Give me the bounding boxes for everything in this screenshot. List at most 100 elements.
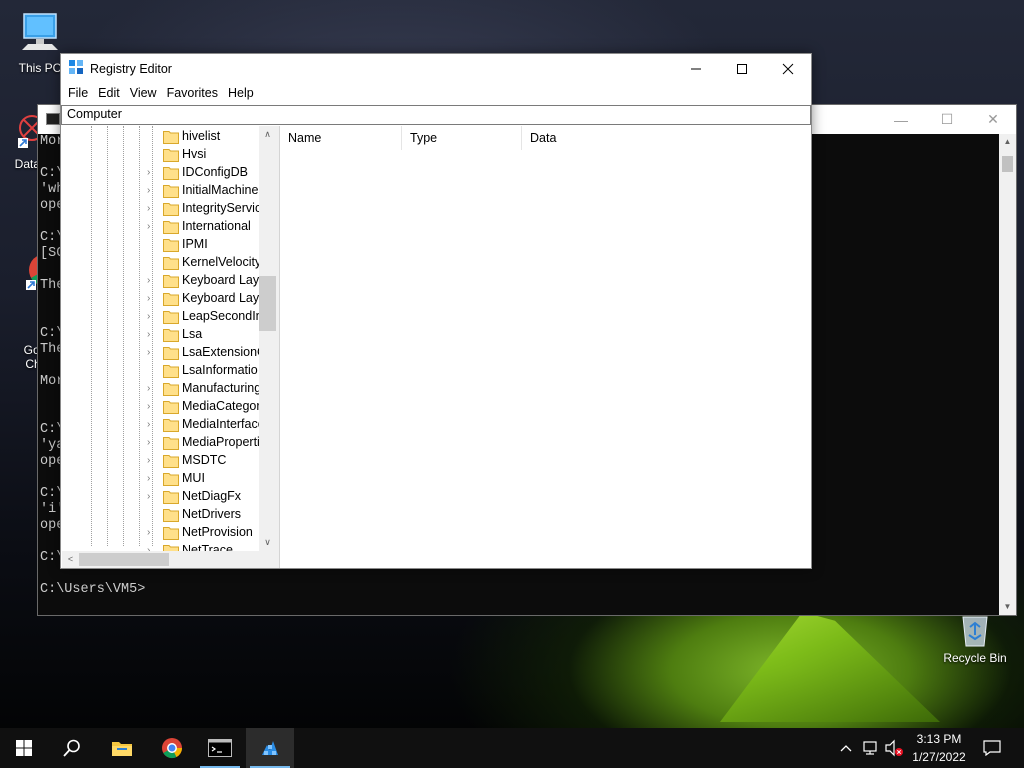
tree-item-label: Keyboard Layo: [182, 273, 267, 287]
chevron-right-icon[interactable]: ›: [147, 401, 157, 413]
taskbar-clock[interactable]: 3:13 PM 1/27/2022: [905, 730, 973, 766]
tree-item[interactable]: KernelVelocity: [62, 254, 262, 272]
cmd-minimize-button[interactable]: —: [878, 105, 924, 134]
cmd-close-button[interactable]: ✕: [970, 105, 1016, 134]
chevron-right-icon[interactable]: ›: [147, 383, 157, 395]
cmd-maximize-button[interactable]: ☐: [924, 105, 970, 134]
tree-item[interactable]: LsaInformatio: [62, 362, 259, 380]
folder-icon: [163, 508, 179, 525]
column-header-name[interactable]: Name: [280, 126, 402, 150]
tree-item[interactable]: hivelist: [62, 128, 259, 146]
menu-view[interactable]: View: [125, 86, 162, 100]
tree-item-label: hivelist: [182, 129, 221, 143]
chevron-right-icon[interactable]: ›: [147, 527, 157, 539]
chevron-right-icon[interactable]: ›: [147, 221, 157, 233]
chevron-right-icon[interactable]: ›: [147, 491, 157, 503]
tree-item[interactable]: › InitialMachine: [62, 182, 259, 200]
cmd-scroll-thumb[interactable]: [1002, 156, 1013, 172]
tree-item-label: IntegrityServic: [182, 201, 262, 215]
show-hidden-icons-button[interactable]: [834, 728, 858, 768]
tree-item[interactable]: › MediaCategor: [62, 398, 261, 416]
regedit-maximize-button[interactable]: [719, 54, 765, 83]
tree-item-label: KernelVelocity: [182, 255, 262, 269]
search-icon: [63, 739, 80, 757]
tree-item[interactable]: › IntegrityServic: [62, 200, 262, 218]
tree-item-label: MediaInterface: [182, 417, 265, 431]
registry-values-pane[interactable]: Name Type Data: [279, 126, 811, 568]
search-button[interactable]: [48, 728, 96, 768]
tree-item[interactable]: › MediaInterface: [62, 416, 265, 434]
tree-item[interactable]: › LeapSecondIn: [62, 308, 263, 327]
network-icon: [863, 741, 877, 755]
maximize-icon: [737, 63, 747, 74]
tree-item-label: InitialMachine: [182, 183, 259, 197]
tree-horizontal-scrollbar[interactable]: <: [62, 551, 276, 568]
registry-tree-pane[interactable]: hivelist Hvsi › IDConfigDB › InitialMachine › I…: [62, 126, 276, 568]
tree-item[interactable]: › MSDTC: [62, 452, 259, 470]
volume-button[interactable]: [882, 728, 906, 768]
menu-edit[interactable]: Edit: [93, 86, 125, 100]
chevron-right-icon[interactable]: ›: [147, 455, 157, 467]
tree-item[interactable]: › International: [62, 218, 259, 236]
tree-item[interactable]: › NetProvision: [62, 524, 259, 542]
tree-item[interactable]: › NetDiagFx: [62, 488, 259, 506]
cmd-scroll-up-icon[interactable]: ▲: [999, 134, 1016, 150]
tree-item[interactable]: › Lsa: [62, 326, 259, 344]
tree-item[interactable]: › MediaPropertie: [62, 434, 267, 452]
address-bar[interactable]: Computer: [61, 105, 811, 125]
taskbar-cmd[interactable]: [196, 728, 244, 768]
column-header-data[interactable]: Data: [522, 126, 722, 150]
regedit-titlebar[interactable]: Registry Editor: [61, 54, 811, 83]
tree-item[interactable]: NetDrivers: [62, 506, 259, 524]
taskbar-chrome[interactable]: [148, 728, 196, 768]
tree-item[interactable]: › Manufacturing: [62, 380, 261, 398]
menu-file[interactable]: File: [63, 86, 93, 100]
regedit-close-button[interactable]: [765, 54, 811, 83]
tree-item-label: MediaCategor: [182, 399, 261, 413]
tree-item-label: IPMI: [182, 237, 208, 251]
chevron-right-icon[interactable]: ›: [147, 329, 157, 341]
tree-item[interactable]: › IDConfigDB: [62, 164, 259, 182]
taskbar: 3:13 PM 1/27/2022: [0, 728, 1024, 768]
start-button[interactable]: [0, 728, 48, 768]
chevron-right-icon[interactable]: ›: [147, 203, 157, 215]
cmd-icon-small: [46, 113, 60, 125]
chrome-icon: [162, 738, 183, 759]
network-button[interactable]: [858, 728, 882, 768]
tree-item[interactable]: › LsaExtensionC: [62, 344, 266, 362]
chevron-right-icon[interactable]: ›: [147, 347, 157, 359]
tree-scroll-left-icon[interactable]: <: [62, 551, 79, 568]
taskbar-regedit[interactable]: [246, 728, 294, 768]
chevron-right-icon[interactable]: ›: [147, 419, 157, 431]
tree-vscroll-thumb[interactable]: [259, 276, 276, 331]
chevron-right-icon[interactable]: ›: [147, 311, 157, 323]
menu-help[interactable]: Help: [223, 86, 259, 100]
tree-scroll-down-icon[interactable]: ∨: [259, 534, 276, 551]
tree-item-label: Lsa: [182, 327, 203, 341]
regedit-minimize-button[interactable]: [673, 54, 719, 83]
folder-icon: [163, 310, 179, 327]
notification-icon: [983, 740, 1001, 756]
regedit-window[interactable]: Registry Editor File Edit View Favorites…: [60, 53, 812, 569]
column-header-type[interactable]: Type: [402, 126, 522, 150]
chevron-right-icon[interactable]: ›: [147, 293, 157, 305]
tree-item[interactable]: › Keyboard Layo: [62, 290, 266, 308]
folder-icon: [163, 364, 179, 381]
chevron-right-icon[interactable]: ›: [147, 275, 157, 287]
tree-item[interactable]: › MUI: [62, 470, 259, 488]
cmd-scrollbar[interactable]: ▲ ▼: [999, 134, 1016, 615]
tree-item[interactable]: Hvsi: [62, 146, 259, 164]
chevron-right-icon[interactable]: ›: [147, 437, 157, 449]
tree-item[interactable]: › Keyboard Layo: [62, 272, 266, 290]
action-center-button[interactable]: [968, 728, 1016, 768]
chevron-right-icon[interactable]: ›: [147, 167, 157, 179]
tree-item[interactable]: IPMI: [62, 236, 259, 254]
tree-vertical-scrollbar[interactable]: ∧ ∨: [259, 126, 276, 551]
tree-scroll-up-icon[interactable]: ∧: [259, 126, 276, 143]
desktop-icon-recycle-bin[interactable]: Recycle Bin: [938, 613, 1012, 665]
chevron-right-icon[interactable]: ›: [147, 473, 157, 485]
menu-favorites[interactable]: Favorites: [162, 86, 223, 100]
taskbar-file-explorer[interactable]: [98, 728, 146, 768]
chevron-right-icon[interactable]: ›: [147, 185, 157, 197]
tree-hscroll-thumb[interactable]: [79, 553, 169, 566]
